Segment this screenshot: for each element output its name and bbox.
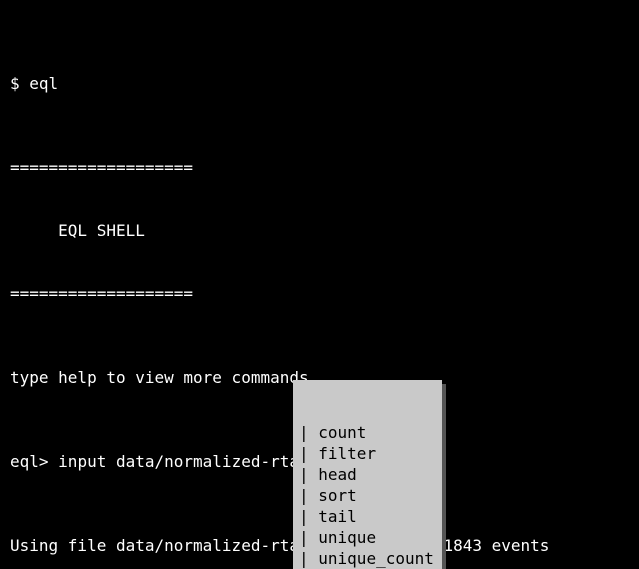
autocomplete-item-head[interactable]: | head [293, 464, 442, 485]
autocomplete-item-count[interactable]: | count [293, 422, 442, 443]
autocomplete-popup[interactable]: | count| filter| head| sort| tail| uniqu… [293, 380, 442, 569]
banner-divider-bottom: =================== [10, 283, 629, 304]
shell-launch-line: $ eql [10, 73, 629, 94]
banner-divider-top: =================== [10, 157, 629, 178]
terminal[interactable]: $ eql =================== EQL SHELL ====… [0, 0, 639, 569]
autocomplete-item-tail[interactable]: | tail [293, 506, 442, 527]
banner-title: EQL SHELL [10, 220, 629, 241]
autocomplete-item-sort[interactable]: | sort [293, 485, 442, 506]
autocomplete-item-unique-count[interactable]: | unique_count [293, 548, 442, 569]
autocomplete-item-unique[interactable]: | unique [293, 527, 442, 548]
autocomplete-item-filter[interactable]: | filter [293, 443, 442, 464]
